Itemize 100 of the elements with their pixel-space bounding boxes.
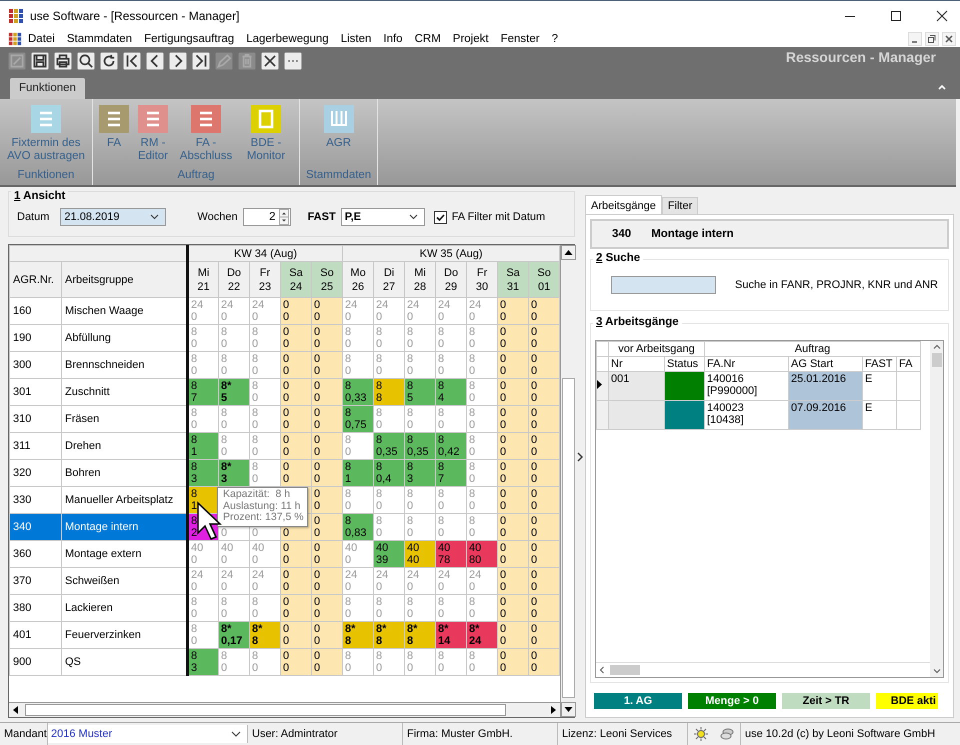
capacity-cell[interactable]: 8 0,83 bbox=[342, 514, 374, 540]
table-cell[interactable]: Schweißen bbox=[62, 568, 188, 594]
capacity-cell[interactable]: 8* 8 bbox=[374, 622, 405, 648]
table-cell[interactable]: 310 bbox=[10, 406, 62, 432]
capacity-cell[interactable]: 40 78 bbox=[436, 540, 467, 568]
collapse-icon[interactable] bbox=[938, 84, 946, 90]
capacity-cell[interactable]: 0 0 bbox=[498, 406, 529, 432]
capacity-cell[interactable]: 0 0 bbox=[528, 594, 560, 622]
capacity-cell[interactable]: 0 0 bbox=[528, 298, 560, 324]
table-cell[interactable]: 160 bbox=[10, 298, 62, 324]
tab[interactable]: Arbeitsgänge bbox=[585, 195, 662, 214]
capacity-cell[interactable]: 0 0 bbox=[498, 432, 529, 460]
close-icon[interactable] bbox=[936, 10, 948, 22]
table-cell[interactable]: 301 bbox=[10, 378, 62, 406]
menu-item[interactable]: Datei bbox=[22, 32, 61, 44]
capacity-cell[interactable]: 8 0,33 bbox=[342, 378, 374, 406]
refresh-icon[interactable] bbox=[100, 52, 118, 70]
capacity-cell[interactable]: 8* 0,17 bbox=[218, 622, 250, 648]
capacity-cell[interactable]: 0 0 bbox=[498, 514, 529, 540]
column-header[interactable]: FA bbox=[896, 356, 921, 372]
capacity-cell[interactable]: 0 0 bbox=[312, 406, 343, 432]
capacity-cell[interactable]: 0 0 bbox=[280, 594, 312, 622]
capacity-cell[interactable]: 8 1 bbox=[342, 460, 374, 486]
fast-dropdown[interactable]: P,E bbox=[340, 208, 425, 226]
menu-item[interactable]: Info bbox=[377, 32, 409, 44]
expand-icon[interactable] bbox=[577, 452, 583, 462]
capacity-cell[interactable]: 0 0 bbox=[312, 540, 343, 568]
capacity-cell[interactable]: 0 0 bbox=[498, 460, 529, 486]
capacity-cell[interactable]: 8* 5 bbox=[218, 378, 250, 406]
capacity-cell[interactable]: 0 0 bbox=[498, 568, 529, 594]
column-header[interactable]: FA.Nr bbox=[704, 356, 788, 372]
capacity-cell[interactable]: 0 0 bbox=[312, 352, 343, 378]
capacity-cell[interactable]: 0 0 bbox=[528, 540, 560, 568]
capacity-cell[interactable]: 8* 8 bbox=[404, 622, 436, 648]
tab[interactable]: Filter bbox=[662, 197, 698, 214]
vertical-scrollbar[interactable] bbox=[560, 245, 576, 717]
capacity-cell[interactable]: 8 7 bbox=[436, 460, 467, 486]
capacity-cell[interactable]: 8 0,75 bbox=[342, 406, 374, 432]
capacity-cell[interactable]: 0 0 bbox=[528, 486, 560, 514]
table-cell[interactable]: 300 bbox=[10, 352, 62, 378]
capacity-cell[interactable]: 0 0 bbox=[528, 432, 560, 460]
table-cell[interactable]: 900 bbox=[10, 648, 62, 676]
capacity-cell[interactable]: 0 0 bbox=[528, 622, 560, 648]
row-header-cell[interactable] bbox=[596, 400, 608, 430]
capacity-cell[interactable]: 0 0 bbox=[312, 298, 343, 324]
vertical-scrollbar[interactable] bbox=[930, 341, 943, 677]
capacity-cell[interactable]: 0 0 bbox=[312, 622, 343, 648]
capacity-cell[interactable]: 0 0 bbox=[528, 324, 560, 352]
capacity-cell[interactable]: 0 0 bbox=[528, 460, 560, 486]
capacity-cell[interactable]: 0 0 bbox=[280, 378, 312, 406]
capacity-cell[interactable]: 8* 8 bbox=[342, 622, 374, 648]
capacity-cell[interactable]: 0 0 bbox=[498, 648, 529, 676]
capacity-cell[interactable]: 0 0 bbox=[498, 352, 529, 378]
capacity-cell[interactable]: 8 3 bbox=[404, 460, 436, 486]
capacity-cell[interactable]: 0 0 bbox=[312, 486, 343, 514]
capacity-cell[interactable]: 0 0 bbox=[312, 432, 343, 460]
scroll-down-icon[interactable] bbox=[561, 702, 576, 717]
capacity-cell[interactable]: 8 4 bbox=[436, 378, 467, 406]
column-header[interactable]: Arbeitsgruppe bbox=[62, 262, 188, 298]
scrollbar-thumb[interactable] bbox=[610, 665, 640, 675]
capacity-cell[interactable]: 8 1 bbox=[188, 432, 218, 460]
table-cell[interactable]: 311 bbox=[10, 432, 62, 460]
menu-item[interactable]: Listen bbox=[334, 32, 378, 44]
capacity-cell[interactable]: 0 0 bbox=[280, 432, 312, 460]
coins-icon[interactable] bbox=[719, 726, 735, 742]
table-cell[interactable]: Lackieren bbox=[62, 594, 188, 622]
search-field[interactable] bbox=[611, 276, 716, 294]
capacity-cell[interactable]: 0 0 bbox=[280, 622, 312, 648]
table-cell[interactable]: Fräsen bbox=[62, 406, 188, 432]
capacity-cell[interactable]: 8 3 bbox=[188, 460, 218, 486]
spin-field[interactable]: 2 bbox=[242, 208, 291, 226]
capacity-cell[interactable]: 40 80 bbox=[466, 540, 498, 568]
last-icon[interactable] bbox=[192, 52, 210, 70]
save-icon[interactable] bbox=[31, 52, 49, 70]
capacity-cell[interactable]: 0 0 bbox=[280, 324, 312, 352]
table-cell[interactable]: 190 bbox=[10, 324, 62, 352]
column-header[interactable]: AGR.Nr. bbox=[10, 262, 62, 298]
capacity-cell[interactable]: 0 0 bbox=[528, 406, 560, 432]
checkbox[interactable] bbox=[434, 210, 447, 224]
capacity-cell[interactable]: 0 0 bbox=[528, 378, 560, 406]
capacity-cell[interactable]: 0 0 bbox=[280, 352, 312, 378]
capacity-cell[interactable]: 8 3 bbox=[188, 648, 218, 676]
search-icon[interactable] bbox=[77, 52, 95, 70]
scrollbar-thumb[interactable] bbox=[562, 378, 576, 698]
capacity-cell[interactable]: 8 0,35 bbox=[404, 432, 436, 460]
capacity-cell[interactable]: 0 0 bbox=[498, 378, 529, 406]
menu-item[interactable]: Lagerbewegung bbox=[240, 32, 335, 44]
maximize-icon[interactable] bbox=[890, 10, 902, 22]
menu-item[interactable]: Fenster bbox=[494, 32, 546, 44]
table-cell[interactable]: 360 bbox=[10, 540, 62, 568]
capacity-cell[interactable]: 0 0 bbox=[498, 594, 529, 622]
capacity-cell[interactable]: 0 0 bbox=[280, 298, 312, 324]
client-dropdown[interactable]: 2016 Muster bbox=[48, 725, 248, 743]
table-cell[interactable]: Montage extern bbox=[62, 540, 188, 568]
capacity-cell[interactable]: 0 0 bbox=[280, 540, 312, 568]
menu-item[interactable]: Stammdaten bbox=[60, 32, 138, 44]
capacity-cell[interactable]: 0 0 bbox=[498, 298, 529, 324]
table-cell[interactable]: 380 bbox=[10, 594, 62, 622]
table-cell[interactable]: Brennschneiden bbox=[62, 352, 188, 378]
capacity-cell[interactable]: 8 5 bbox=[404, 378, 436, 406]
